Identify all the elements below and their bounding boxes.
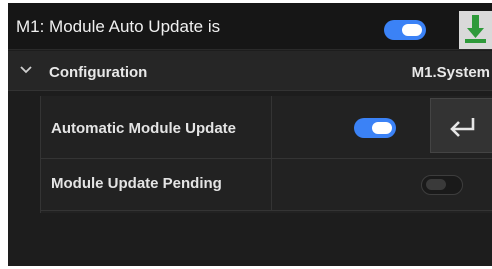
toggle-knob [402, 24, 422, 36]
app-window: M1: Module Auto Update is Configuration … [8, 3, 492, 266]
enter-button[interactable] [430, 98, 492, 153]
enter-return-icon [450, 118, 475, 137]
table-row: Module Update Pending [41, 159, 492, 211]
toggle-knob [372, 122, 392, 134]
column-divider [271, 159, 272, 210]
configuration-section-header[interactable]: Configuration M1.System [8, 51, 492, 91]
configuration-value: M1.System [411, 64, 490, 81]
header-bar: M1: Module Auto Update is [8, 3, 492, 50]
automatic-module-update-toggle[interactable] [354, 118, 396, 138]
module-update-pending-toggle[interactable] [421, 175, 463, 195]
table-row: Automatic Module Update [41, 96, 492, 159]
automatic-module-update-label: Automatic Module Update [51, 120, 237, 137]
column-divider [271, 96, 272, 158]
chevron-down-icon [20, 66, 32, 74]
settings-table: Automatic Module Update Module Update Pe… [40, 96, 492, 213]
module-update-pending-label: Module Update Pending [51, 175, 222, 192]
configuration-label: Configuration [49, 64, 148, 81]
module-auto-update-toggle[interactable] [384, 20, 426, 40]
save-button[interactable] [459, 11, 492, 49]
header-title: M1: Module Auto Update is [16, 17, 221, 36]
save-download-icon [465, 15, 486, 43]
toggle-knob [426, 179, 446, 190]
